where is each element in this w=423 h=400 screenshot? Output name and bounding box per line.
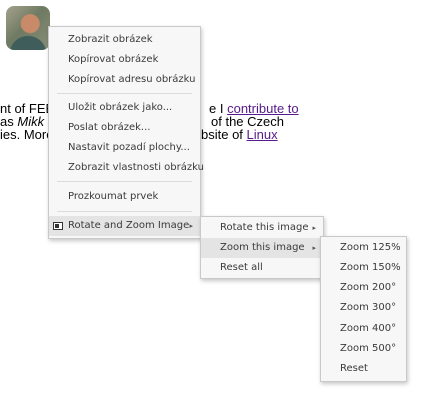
menu-item-label: Reset all <box>220 262 263 273</box>
chevron-right-icon: ▸ <box>312 244 316 252</box>
menu-item-label: Rotate this image <box>220 222 309 233</box>
menu-item-view-image[interactable]: Zobrazit obrázek <box>49 30 200 50</box>
menu-item-label: Kopírovat adresu obrázku <box>68 74 196 85</box>
menu-item-copy-image-address[interactable]: Kopírovat adresu obrázku <box>49 70 200 90</box>
menu-item-zoom-300[interactable]: Zoom 300° <box>321 298 406 318</box>
menu-item-view-image-properties[interactable]: Zobrazit vlastnosti obrázku <box>49 158 204 178</box>
menu-item-label: Zobrazit obrázek <box>68 34 153 45</box>
menu-item-zoom-this-image[interactable]: Zoom this image ▸ <box>201 238 323 258</box>
menu-item-label: Zoom 150% <box>340 262 401 273</box>
text-fragment: ies. More <box>0 127 54 142</box>
menu-item-label: Kopírovat obrázek <box>68 54 159 65</box>
context-menu: Zobrazit obrázek Kopírovat obrázek Kopír… <box>48 26 204 239</box>
menu-item-label: Zoom 400° <box>340 323 397 334</box>
menu-item-label: Prozkoumat prvek <box>68 191 159 202</box>
image-extension-icon <box>53 222 63 230</box>
text-fragment: bsite of Linux <box>201 127 278 142</box>
chevron-right-icon: ▸ <box>312 224 316 232</box>
menu-item-reset-all[interactable]: Reset all <box>201 258 323 278</box>
menu-item-inspect-element[interactable]: Prozkoumat prvek <box>49 187 200 207</box>
menu-item-copy-image[interactable]: Kopírovat obrázek <box>49 50 200 70</box>
menu-separator <box>57 181 192 182</box>
menu-item-rotate-this-image[interactable]: Rotate this image ▸ <box>201 218 323 238</box>
menu-item-zoom-500[interactable]: Zoom 500° <box>321 339 406 359</box>
menu-item-label: Zobrazit vlastnosti obrázku <box>68 162 204 173</box>
menu-item-save-image-as[interactable]: Uložit obrázek jako... <box>49 98 200 118</box>
menu-item-zoom-125[interactable]: Zoom 125% <box>321 238 406 258</box>
menu-item-label: Zoom 500° <box>340 343 397 354</box>
menu-item-send-image[interactable]: Poslat obrázek... <box>49 118 200 138</box>
menu-separator <box>57 211 192 212</box>
menu-item-zoom-200[interactable]: Zoom 200° <box>321 278 406 298</box>
menu-item-label: Nastavit pozadí plochy... <box>68 142 190 153</box>
menu-item-label: Uložit obrázek jako... <box>68 102 173 113</box>
menu-item-label: Zoom 300° <box>340 302 397 313</box>
profile-avatar[interactable] <box>6 6 50 50</box>
menu-item-label: Rotate and Zoom Image <box>68 220 190 231</box>
menu-item-label: Zoom 200° <box>340 282 397 293</box>
menu-item-zoom-reset[interactable]: Reset <box>321 359 406 379</box>
zoom-submenu: Zoom 125% Zoom 150% Zoom 200° Zoom 300° … <box>320 236 407 382</box>
menu-item-zoom-150[interactable]: Zoom 150% <box>321 258 406 278</box>
linux-link[interactable]: Linux <box>247 127 278 142</box>
menu-item-set-desktop-background[interactable]: Nastavit pozadí plochy... <box>49 138 200 158</box>
page-text-line-3: ies. More bsite of Linux <box>0 127 278 142</box>
menu-item-label: Zoom 125% <box>340 242 401 253</box>
rotate-zoom-submenu: Rotate this image ▸ Zoom this image ▸ Re… <box>200 216 324 279</box>
menu-item-label: Poslat obrázek... <box>68 122 151 133</box>
menu-item-rotate-and-zoom[interactable]: Rotate and Zoom Image ▸ <box>49 216 200 236</box>
menu-separator <box>57 93 192 94</box>
menu-item-zoom-400[interactable]: Zoom 400° <box>321 319 406 339</box>
menu-item-label: Zoom this image <box>220 242 305 253</box>
chevron-right-icon: ▸ <box>189 222 193 230</box>
text-fragment: bsite of <box>201 127 243 142</box>
menu-item-label: Reset <box>340 363 368 374</box>
